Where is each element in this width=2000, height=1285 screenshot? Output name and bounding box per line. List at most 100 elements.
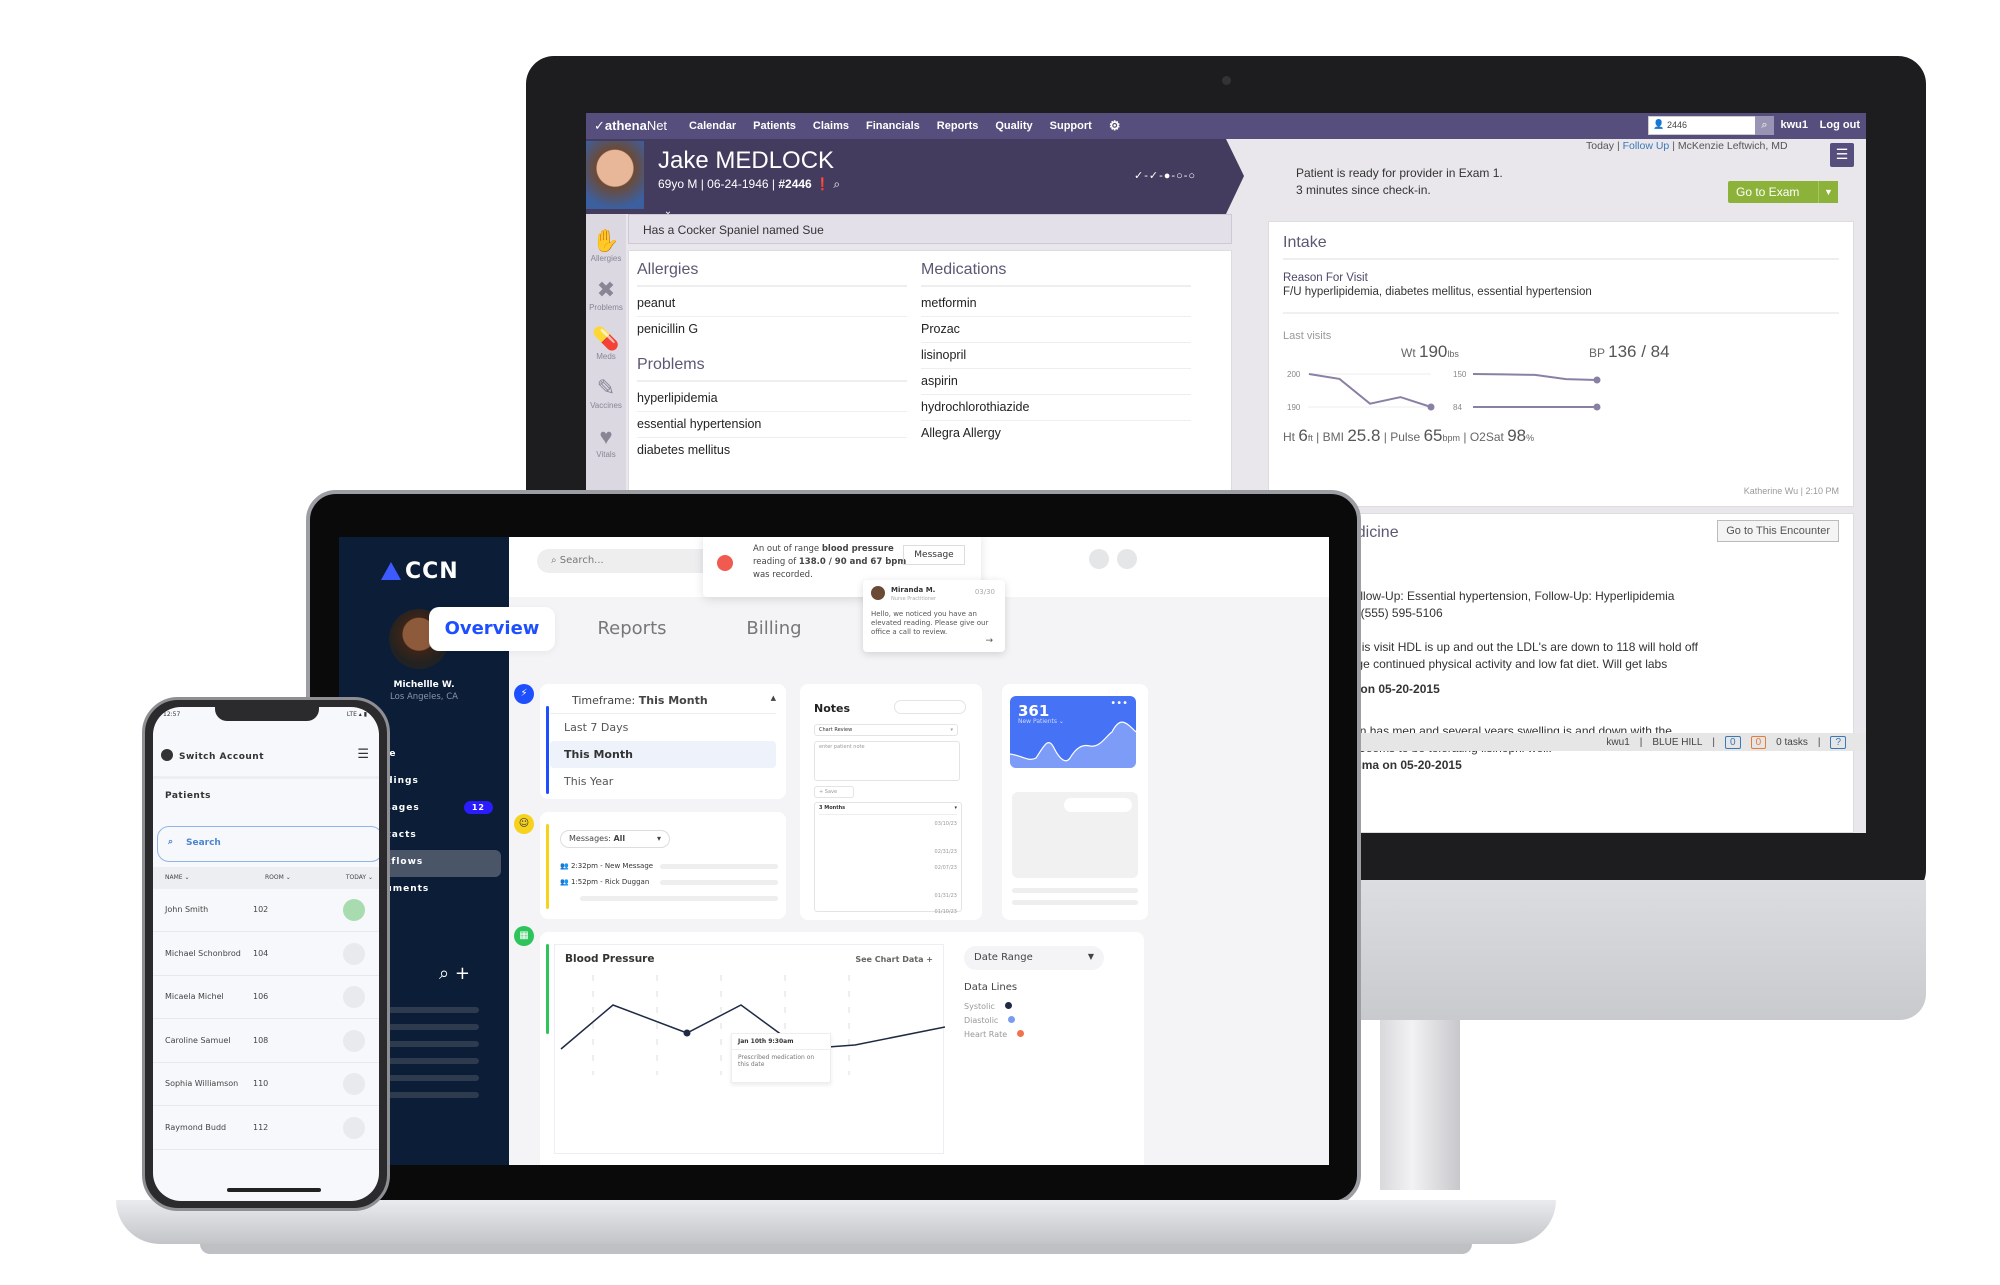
sidebar-item-problems[interactable]: ✖ Problems [586,277,626,312]
plus-icon[interactable]: + [455,963,470,984]
menu-button[interactable]: ☰ [1830,143,1854,167]
tasks-count[interactable]: 0 tasks [1776,737,1808,748]
col-today[interactable]: TODAY ⌄ [346,874,373,881]
medication-item[interactable]: Prozac [921,317,1191,343]
medication-item[interactable]: lisinopril [921,343,1191,369]
hamburger-menu-icon[interactable]: ☰ [357,747,369,762]
problem-item[interactable]: essential hypertension [637,412,907,438]
patient-row[interactable]: Michael Schonbrod 104 [153,933,379,976]
nav-patients[interactable]: Patients [753,120,796,132]
patient-status: Patient is ready for provider in Exam 1.… [1296,166,1503,197]
patient-note: Has a Cocker Spaniel named Sue [628,214,1232,244]
medication-item[interactable]: Allegra Allergy [921,421,1191,446]
status-indicator[interactable] [343,1029,365,1052]
timeframe-option[interactable]: This Year [550,768,776,795]
sidebar-item-meds[interactable]: 💊 Meds [586,326,626,361]
timeframe-option-selected[interactable]: This Month [550,741,776,768]
monitor-stand [1380,1020,1460,1190]
logout-link[interactable]: Log out [1820,119,1860,131]
search-icon[interactable]: ⌕ [833,177,840,191]
problem-item[interactable]: diabetes mellitus [637,438,907,463]
sidebar-item-allergies[interactable]: ✋ Allergies [586,228,626,263]
patient-row[interactable]: John Smith 102 [153,889,379,932]
nav-financials[interactable]: Financials [866,120,920,132]
medication-item[interactable]: aspirin [921,369,1191,395]
tab-overview[interactable]: Overview [429,607,555,651]
nav-claims[interactable]: Claims [813,120,849,132]
today-link[interactable]: Today [1586,140,1614,152]
patient-search-input[interactable]: ⌕ Search [157,826,379,862]
signature: Katherine Wu | 2:10 PM [1743,486,1839,496]
alert-flag-icon[interactable]: ❗ [815,177,830,191]
problem-item[interactable]: hyperlipidemia [637,386,907,412]
status-indicator[interactable] [343,1073,365,1095]
save-note-button[interactable]: + Save [814,786,854,798]
nav-reports[interactable]: Reports [937,120,979,132]
col-room[interactable]: ROOM ⌄ [265,874,291,881]
nav-calendar[interactable]: Calendar [689,120,736,132]
chat-message-card[interactable]: Miranda M. Nurse Practitioner 03/30 Hell… [863,580,1005,652]
switch-account[interactable]: Switch Account [161,749,264,762]
search-icon[interactable]: ⌕ [439,963,449,984]
search-button[interactable]: ⌕ [1755,116,1774,135]
profile-circle[interactable] [1117,549,1137,569]
skeleton-line [379,1041,479,1047]
sidebar-item-vaccines[interactable]: ✎ Vaccines [586,375,626,410]
col-name[interactable]: NAME ⌄ [165,874,190,881]
sidebar-item-vitals[interactable]: ♥ Vitals [586,424,626,459]
note-type-select[interactable]: Chart Review ▾ [814,724,958,736]
legend-systolic[interactable]: Systolic [964,1002,1012,1011]
medication-item[interactable]: hydrochlorothiazide [921,395,1191,421]
ccn-logo[interactable]: CCN [381,559,459,584]
athenanet-logo[interactable]: ✓athenaNet [594,118,667,134]
follow-up-link[interactable]: Follow Up [1623,140,1670,152]
go-to-encounter-button[interactable]: Go to This Encounter [1717,520,1839,542]
help-icon[interactable]: ? [1830,735,1846,749]
reason-label: Reason For Visit [1283,272,1368,284]
medication-item[interactable]: metformin [921,291,1191,317]
status-indicator[interactable] [343,986,365,1008]
tab-reports[interactable]: Reports [569,607,695,651]
exam-dropdown-button[interactable]: ▼ [1818,181,1838,203]
nav-quality[interactable]: Quality [995,120,1032,132]
patient-row[interactable]: Caroline Samuel 108 [153,1020,379,1063]
logo-mark-icon [381,562,401,580]
bp-chart-title: Blood Pressure [565,953,655,965]
allergy-item[interactable]: peanut [637,291,907,317]
blue-counter[interactable]: 0 [1725,735,1741,749]
messages-filter[interactable]: Messages: All ▾ [560,830,670,848]
message-button[interactable]: Message [903,545,965,565]
patient-row[interactable]: Sophia Williamson 110 [153,1063,379,1106]
message-item[interactable]: 👥 2:32pm - New Message [560,862,653,870]
legend-heart-rate[interactable]: Heart Rate [964,1030,1025,1039]
tab-billing[interactable]: Billing [711,607,837,651]
last-visits-label: Last visits [1283,330,1332,342]
status-indicator[interactable] [343,1116,365,1139]
legend-diastolic[interactable]: Diastolic [964,1016,1016,1025]
range-select[interactable]: 3 Months ▾ [819,805,957,815]
header-arrow [1226,139,1244,214]
gear-icon[interactable]: ⚙ [1109,118,1121,134]
see-chart-data-link[interactable]: See Chart Data + [855,955,933,964]
timeframe-dropdown[interactable]: Timeframe: This Month ▲ [550,684,776,714]
notes-search[interactable] [894,700,966,714]
arrow-right-icon[interactable]: → [985,637,993,646]
data-point[interactable] [683,1029,691,1037]
timeframe-option[interactable]: Last 7 Days [550,714,776,741]
allergy-item[interactable]: penicillin G [637,317,907,342]
patient-row[interactable]: Micaela Michel 106 [153,976,379,1019]
laptop-base-edge [200,1244,1472,1254]
sparkline-chart: 200 190 150 84 [1287,370,1601,412]
nav-support[interactable]: Support [1050,120,1092,132]
status-indicator[interactable] [343,942,365,965]
message-item[interactable]: 👥 1:52pm - Rick Duggan [560,878,649,886]
profile-circle[interactable] [1089,549,1109,569]
status-indicator[interactable] [343,899,365,921]
patient-row[interactable]: Raymond Budd 112 [153,1107,379,1150]
new-patients-widget[interactable]: 361 New Patients ⌄ ••• [1010,696,1136,768]
username[interactable]: kwu1 [1780,119,1808,131]
note-textarea[interactable]: enter patient note [814,741,960,781]
date-range-select[interactable]: Date Range ▼ [964,946,1104,970]
patient-search-input[interactable]: 👤 2446 [1648,116,1756,135]
orange-counter[interactable]: 0 [1750,735,1767,749]
